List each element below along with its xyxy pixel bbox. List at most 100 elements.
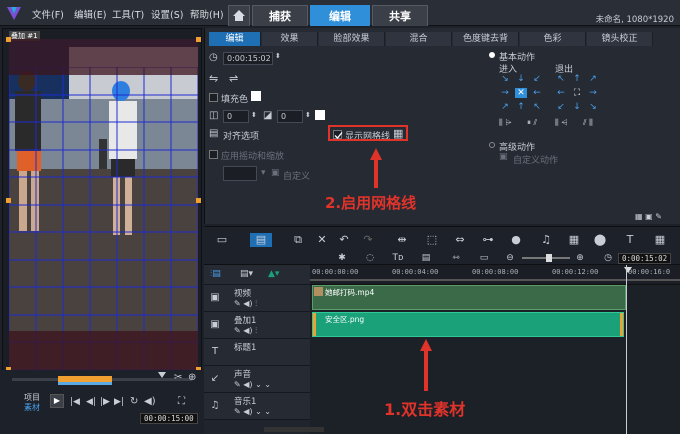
track-title[interactable]: T 标题1 [204,339,310,366]
marker-icon[interactable]: ▲▾ [268,269,279,279]
voice-track-controls[interactable]: ✎ ◀) ⌄ ⌄ [234,380,271,389]
prev-frame-button[interactable]: ◀| [86,397,96,407]
music-track-controls[interactable]: ✎ ◀) ⌄ ⌄ [234,407,271,416]
resize-handle-tl[interactable] [6,37,11,42]
flip-vertical-icon[interactable]: ⇌ [229,72,238,85]
flip-horizontal-icon[interactable]: ⇋ [209,72,218,85]
zoom-icon[interactable]: ⊕ [188,372,196,383]
audio-mix-icon[interactable]: ♫ [538,233,554,247]
timeline-view-icon[interactable]: ▤ [250,233,272,247]
record-icon[interactable]: ● [508,233,524,247]
custom-icon[interactable]: ▣ [271,168,280,178]
video-clip[interactable]: 她邮打码.mp4 [312,285,626,310]
zoom-in-icon[interactable]: ⊕ [572,251,588,265]
exit-pause-icons[interactable]: ⫽ ⫼ [583,118,593,128]
end-button[interactable]: ▶| [114,397,124,407]
volume-icon[interactable]: ◀) [144,396,156,407]
align-options-label[interactable]: 对齐选项 [223,129,259,142]
enter-pause-icons[interactable]: ⏸ ⫽ [527,118,537,128]
tab-edit[interactable]: 编辑 [310,5,370,26]
tab-share[interactable]: 共享 [372,5,428,26]
motion-icon[interactable]: ⬤ [592,233,608,247]
timeline-timecode[interactable]: 0:00:15:02 [618,253,672,264]
mask-icon[interactable]: ✱ [334,251,350,265]
tab-capture[interactable]: 捕获 [252,5,308,26]
menu-settings[interactable]: 设置(S) [151,7,183,21]
pan-zoom-label[interactable]: 应用摇动和缩放 [221,149,284,162]
menu-help[interactable]: 帮助(H) [190,7,224,21]
value-a-field[interactable]: 0 [223,110,249,123]
fill-color-swatch[interactable] [251,91,261,101]
redo-icon[interactable]: ↷ [360,233,376,247]
timeline-scrollbar[interactable] [264,427,324,432]
copy-icon[interactable]: ⧉ [290,233,306,247]
play-button[interactable]: ▶ [50,394,64,408]
tools-icon[interactable]: ✕ [314,233,330,247]
zoom-out-icon[interactable]: ⊖ [502,251,518,265]
preview-window[interactable]: 叠加 #1 [2,28,202,397]
undo-icon[interactable]: ↶ [336,233,352,247]
timeline-ruler[interactable]: 00:00:00:00 00:00:04:00 00:00:08:00 00:0… [310,265,680,285]
grid-view-icon[interactable]: ▦ [652,233,668,247]
resize-handle-tr[interactable] [196,37,201,42]
resize-handle-mr[interactable] [196,198,201,203]
pan-zoom-preset[interactable] [223,166,257,181]
exit-fade-icons[interactable]: ⫼ ⩤ [555,118,568,128]
split-icon[interactable]: ⇹ [394,233,410,247]
custom-motion-label[interactable]: 自定义动作 [513,153,558,166]
zoom-slider-handle[interactable] [546,254,552,262]
resize-handle-ml[interactable] [6,198,11,203]
fill-color-checkbox[interactable] [209,93,218,102]
player-timecode[interactable]: 00:00:15:00 [140,413,198,424]
enter-motion-grid[interactable]: ↘ ↓ ↙ → ✕ ← ↗ ↑ ↖ [499,74,545,114]
menu-edit[interactable]: 编辑(E) [74,7,106,21]
lasso-icon[interactable]: ◌ [362,251,378,265]
overlay-clip-handle-right[interactable] [620,313,623,336]
repeat-icon[interactable]: ↻ [130,396,138,407]
chapters-icon[interactable]: ▦ [566,233,582,247]
border-color-swatch[interactable] [315,110,325,120]
tab-home[interactable] [228,5,250,26]
track-overlay[interactable]: ▣ 叠加1 ✎ ◀) ⫶ [204,312,310,339]
fit-width-icon[interactable]: ⇿ [448,251,464,265]
advanced-motion-radio[interactable] [489,142,495,148]
opt-tab-effect[interactable]: 效果 [262,32,318,46]
track-voice[interactable]: ↙ 声音 ✎ ◀) ⌄ ⌄ [204,366,310,393]
clip-mode-label[interactable]: 素材 [24,402,40,413]
duration-spin-icon[interactable]: ⬍ [275,52,281,60]
value-a-spin-icon[interactable]: ⬍ [251,111,257,119]
crop-icon[interactable]: ⬚ [424,233,440,247]
menu-file[interactable]: 文件(F) [32,7,64,21]
track-video[interactable]: ▣ 视频 ✎ ◀) ⫶ [204,285,310,312]
value-b-spin-icon[interactable]: ⬍ [305,111,311,119]
value-b-field[interactable]: 0 [277,110,303,123]
storyboard-view-icon[interactable]: ▭ [214,233,230,247]
pan-zoom-checkbox[interactable] [209,150,218,159]
subtitle-icon[interactable]: Tᴅ [390,251,406,265]
next-frame-button[interactable]: |▶ [100,397,110,407]
custom-motion-icon[interactable]: ▣ [499,152,508,162]
fullscreen-icon[interactable]: ⛶ [178,396,185,407]
video-track-controls[interactable]: ✎ ◀) ⫶ [234,299,257,309]
title-icon[interactable]: T [622,233,638,247]
enter-fade-icons[interactable]: ⫼ ⩥ [499,118,512,128]
opt-tab-blend[interactable]: 混合 [386,32,452,46]
home-button[interactable]: |◀ [70,397,80,407]
exit-motion-grid[interactable]: ↖ ↑ ↗ ← ⛶ → ↙ ↓ ↘ [555,74,601,114]
overlay-clip[interactable]: 安全区.png [312,312,624,337]
scissors-icon[interactable]: ✂ [174,372,182,383]
custom-label[interactable]: 自定义 [283,169,310,182]
opt-tab-lens-correction[interactable]: 镜头校正 [587,32,653,46]
duration-field[interactable]: 0:00:15:02 [223,52,273,65]
align-options-icon[interactable]: ▤ [209,128,218,139]
track-music[interactable]: ♫ 音乐1 ✎ ◀) ⌄ ⌄ [204,393,310,420]
scrubber-head-icon[interactable] [158,372,166,378]
track-manager-icon[interactable]: ⫶▤ [210,269,221,279]
add-track-icon[interactable]: ▤▾ [240,269,253,279]
opt-tab-color[interactable]: 色彩 [520,32,586,46]
overlay-track-controls[interactable]: ✎ ◀) ⫶ [234,326,257,336]
basic-motion-radio[interactable] [489,52,495,58]
pan-zoom-dropdown-icon[interactable]: ▾ [261,168,266,178]
opt-tab-chroma-key[interactable]: 色度键去背 [453,32,519,46]
opt-tab-face-effect[interactable]: 脸部效果 [319,32,385,46]
